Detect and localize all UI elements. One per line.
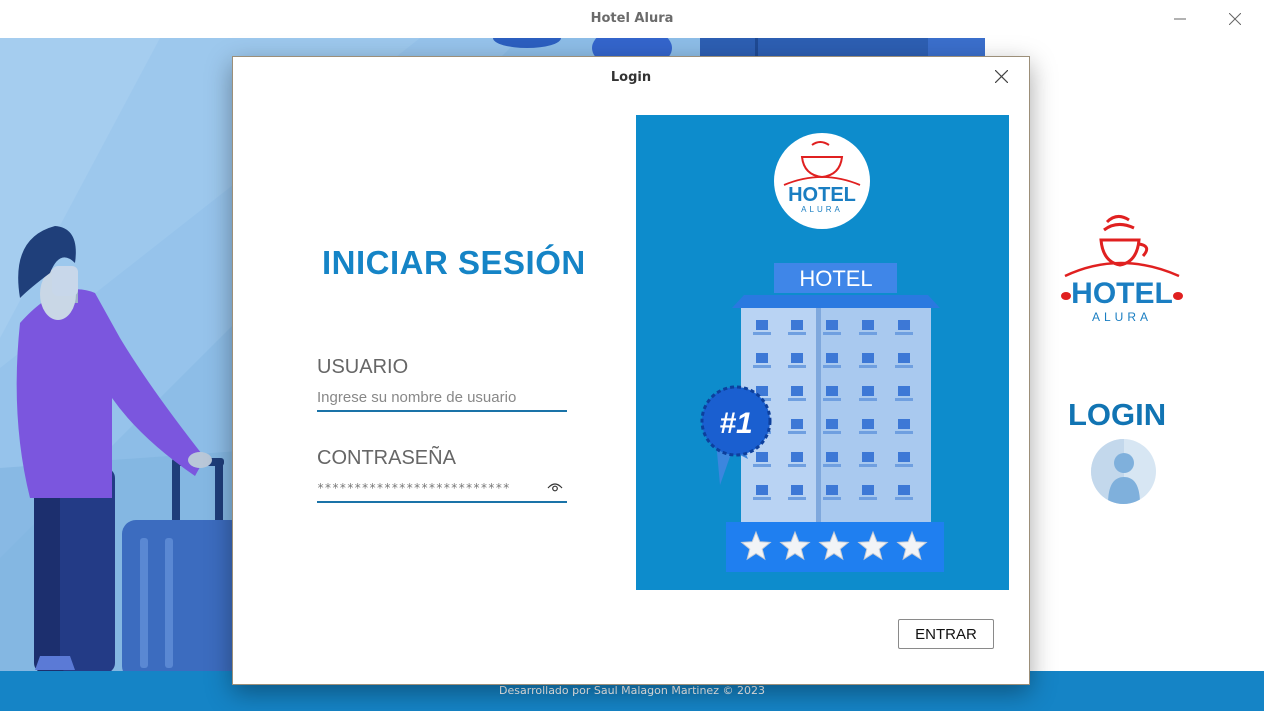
username-label: USUARIO: [317, 356, 409, 378]
building-balcony: [895, 332, 913, 335]
building-window: [826, 419, 838, 429]
dialog-close-button[interactable]: [985, 63, 1017, 89]
building-balcony: [788, 497, 806, 500]
building-balcony: [859, 431, 877, 434]
window-close-button[interactable]: [1215, 6, 1255, 32]
building-window: [756, 353, 768, 363]
building-window: [791, 386, 803, 396]
svg-text:#1: #1: [719, 407, 752, 440]
footer-credit: Desarrollado por Saul Malagon Martinez ©…: [499, 684, 765, 697]
password-label: CONTRASEÑA: [317, 447, 456, 469]
building-balcony: [859, 464, 877, 467]
building-window: [791, 485, 803, 495]
svg-text:HOTEL: HOTEL: [788, 184, 856, 206]
building-window: [898, 452, 910, 462]
login-heading: INICIAR SESIÓN: [322, 244, 586, 281]
window-titlebar: Hotel Alura: [0, 0, 1264, 38]
building-window: [791, 320, 803, 330]
hotel-logo-badge: [774, 133, 870, 229]
building-window: [862, 320, 874, 330]
hotel-alura-logo: HOTEL ALURA: [1061, 215, 1183, 324]
building-balcony: [823, 464, 841, 467]
building-balcony: [895, 431, 913, 434]
building-balcony: [823, 431, 841, 434]
building-balcony: [753, 497, 771, 500]
building-window: [862, 386, 874, 396]
window-title: Hotel Alura: [590, 11, 674, 26]
building-balcony: [859, 365, 877, 368]
login-label: LOGIN: [1068, 397, 1167, 432]
building-window: [898, 485, 910, 495]
building-window: [756, 320, 768, 330]
user-avatar-icon[interactable]: [1091, 439, 1156, 504]
building-balcony: [788, 398, 806, 401]
building-window: [791, 353, 803, 363]
building-window: [826, 320, 838, 330]
building-window: [898, 419, 910, 429]
building-balcony: [895, 365, 913, 368]
building-window: [898, 320, 910, 330]
close-icon: [1229, 13, 1241, 25]
building-window: [756, 452, 768, 462]
building-balcony: [859, 332, 877, 335]
building-balcony: [823, 398, 841, 401]
building-window: [826, 452, 838, 462]
close-icon: [994, 69, 1008, 83]
building-balcony: [895, 464, 913, 467]
building-window: [791, 452, 803, 462]
building-window: [862, 452, 874, 462]
username-field-wrap: [317, 384, 567, 412]
building-window: [826, 485, 838, 495]
svg-text:HOTEL: HOTEL: [1071, 277, 1173, 310]
minimize-icon: [1174, 18, 1186, 20]
hotel-illustration: HOTEL ALURA HOTEL #1: [636, 115, 1009, 590]
building-window: [826, 353, 838, 363]
password-input[interactable]: **************************: [317, 475, 567, 503]
building-balcony: [753, 365, 771, 368]
svg-text:ALURA: ALURA: [1092, 310, 1152, 324]
building-balcony: [788, 464, 806, 467]
building-balcony: [788, 431, 806, 434]
dialog-title: Login: [610, 70, 652, 85]
building-balcony: [753, 332, 771, 335]
building-balcony: [823, 332, 841, 335]
building-balcony: [823, 365, 841, 368]
minimize-button[interactable]: [1160, 6, 1200, 32]
building-balcony: [859, 497, 877, 500]
building-window: [862, 485, 874, 495]
building-balcony: [895, 497, 913, 500]
building-window: [898, 353, 910, 363]
svg-text:HOTEL: HOTEL: [799, 266, 872, 291]
building-window: [862, 353, 874, 363]
enter-button[interactable]: ENTRAR: [898, 619, 994, 649]
show-password-eye-icon[interactable]: [547, 482, 563, 493]
building-window: [791, 419, 803, 429]
building-balcony: [823, 497, 841, 500]
building-balcony: [895, 398, 913, 401]
building-balcony: [859, 398, 877, 401]
username-input[interactable]: [317, 384, 567, 410]
building-window: [898, 386, 910, 396]
svg-text:ALURA: ALURA: [801, 205, 843, 214]
building-window: [826, 386, 838, 396]
login-dialog: Login INICIAR SESIÓN USUARIO CONTRASEÑA …: [232, 56, 1030, 685]
building-window: [862, 419, 874, 429]
building-balcony: [788, 365, 806, 368]
building-window: [756, 485, 768, 495]
building-balcony: [788, 332, 806, 335]
password-masked-value: **************************: [317, 481, 511, 495]
building-balcony: [753, 464, 771, 467]
